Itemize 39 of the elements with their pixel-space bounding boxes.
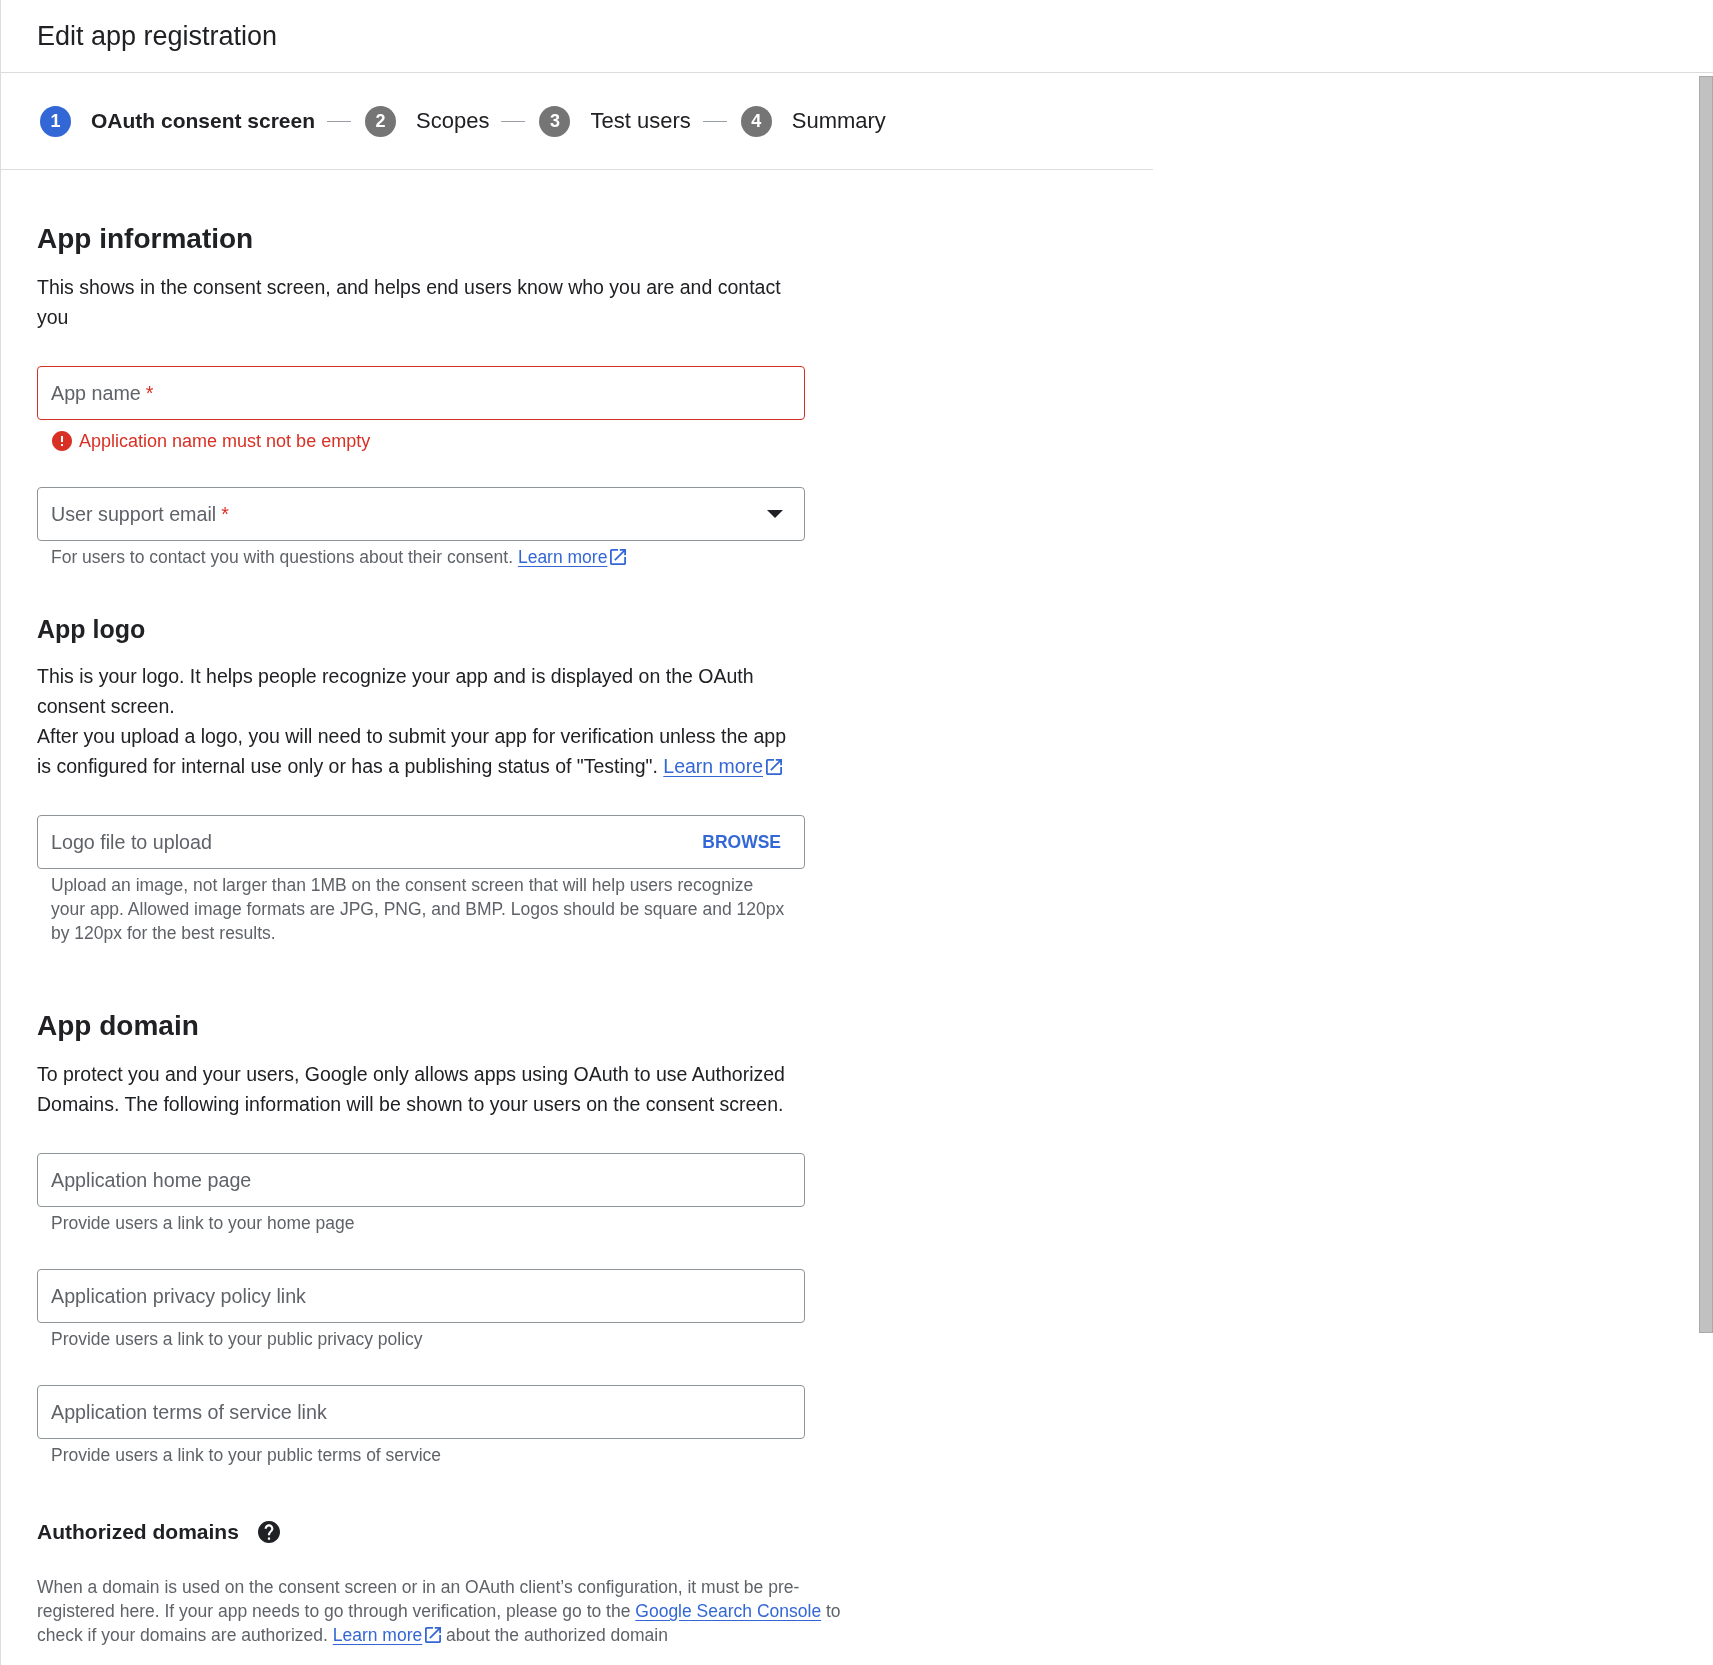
dropdown-field[interactable]: User support email * (37, 487, 805, 541)
caret-icon[interactable] (767, 510, 783, 518)
step-number: 1 (40, 105, 71, 137)
description-text: This shows in the consent screen, and helps end users know who you are and contact you (37, 275, 782, 330)
text-field[interactable]: Application privacy policy link (37, 1269, 805, 1323)
helper-text: Provide users a link to your public privacy policy (50, 1328, 424, 1351)
step-number: 3 (539, 105, 571, 137)
text-field[interactable]: Application home page (37, 1153, 805, 1207)
page-title: Edit app registration (37, 20, 278, 53)
step-label[interactable]: Scopes (416, 108, 490, 134)
error-message: Application name must not be empty (79, 430, 371, 453)
step-label[interactable]: Test users (590, 108, 691, 134)
step-number: 2 (365, 105, 397, 137)
scrollbar-thumb[interactable] (1699, 76, 1713, 1333)
inline-link[interactable]: Learn more (332, 1625, 442, 1645)
helper-text: Upload an image, not larger than 1MB on the consent screen that will help users recognize your app. Allowed image formats are JPG, PNG, and BMP. Logos should be square and 120px by 120px for the best results. (50, 874, 786, 945)
text-field[interactable]: App name * (37, 366, 805, 420)
step-label[interactable]: Summary (791, 108, 886, 134)
section-heading: App domain (37, 1010, 199, 1042)
description-text: After you upload a logo, you will need to submit your app for verification unless the app is configured for internal use only or has a publishing status of "Testing". Learn more (37, 724, 788, 779)
inline-link[interactable]: Google Search Console (635, 1601, 822, 1621)
file-upload-field[interactable]: Logo file to upload BROWSE (37, 815, 805, 869)
inline-link[interactable]: Learn more (663, 755, 782, 777)
helper-text: For users to contact you with questions about their consent. Learn more (37, 545, 805, 569)
subsection-heading: Authorized domains (37, 1520, 239, 1544)
description-text: This is your logo. It helps people recognize your app and is displayed on the OAuth consent screen. (37, 664, 755, 719)
helper-text: Provide users a link to your home page (50, 1212, 356, 1235)
section-heading: App information (37, 223, 254, 255)
description-text: To protect you and your users, Google only allows apps using OAuth to use Authorized Domains. The following information will be shown to your users on the consent screen. (37, 1062, 786, 1117)
helper-text: Provide users a link to your public terms of service (50, 1444, 443, 1467)
text-field[interactable]: Application terms of service link (37, 1385, 805, 1439)
step-number: 4 (740, 105, 772, 137)
subsection-heading: App logo (37, 614, 146, 644)
error-icon (52, 431, 72, 451)
help-icon[interactable] (257, 1521, 280, 1543)
description-text: When a domain is used on the consent screen or in an OAuth client’s configuration, it must be pre-registered here. If your app needs to go through verification, please go to the Google Search Console to check if your domains are authorized. Learn more about the authorized domain (37, 1576, 842, 1647)
inline-link[interactable]: Learn more (517, 547, 627, 567)
browse-button[interactable]: BROWSE (694, 825, 789, 859)
step-label[interactable]: OAuth consent screen (91, 109, 316, 133)
